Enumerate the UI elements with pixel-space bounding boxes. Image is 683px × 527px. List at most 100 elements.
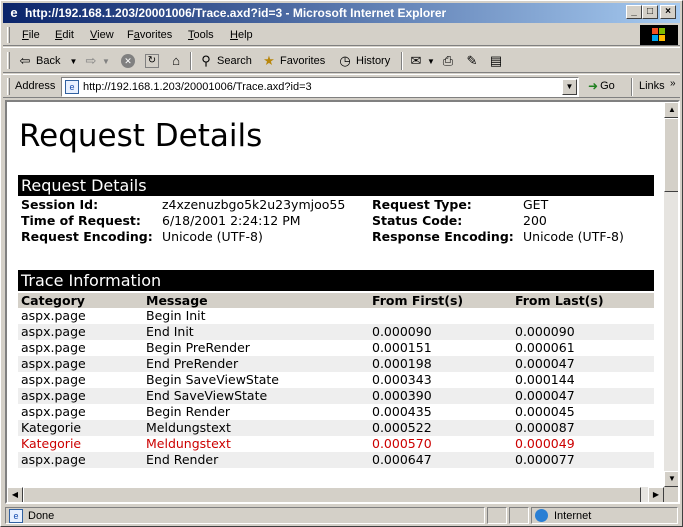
- trace-message-cell: End SaveViewState: [143, 388, 369, 404]
- menu-bar: File Edit View Favorites Tools Help: [3, 24, 680, 46]
- status-text: Done: [28, 510, 55, 522]
- trace-table-header-row: Category Message From First(s) From Last…: [18, 293, 654, 308]
- column-header-from-first: From First(s): [369, 293, 512, 308]
- horizontal-scrollbar[interactable]: ◀ ▶: [7, 487, 664, 502]
- trace-table-body: aspx.page Begin Init aspx.page End Init 0.00…: [18, 308, 654, 468]
- home-icon: ⌂: [172, 53, 180, 68]
- table-row: aspx.page Begin PreRender 0.000151 0.000061: [18, 340, 654, 356]
- address-bar: Address e http://192.168.1.203/20001006/…: [3, 74, 680, 98]
- table-row: aspx.page End PreRender 0.000198 0.000047: [18, 356, 654, 372]
- toolbar-separator: [401, 52, 403, 70]
- mail-icon: ✉: [410, 53, 422, 68]
- trace-category-cell: Kategorie: [18, 420, 143, 436]
- address-grip[interactable]: [7, 78, 10, 95]
- trace-information-header: Trace Information: [18, 270, 654, 291]
- trace-category-cell: aspx.page: [18, 388, 143, 404]
- status-code-key: Status Code:: [372, 213, 463, 228]
- trace-table: Category Message From First(s) From Last…: [18, 293, 654, 468]
- standard-toolbar: ⇦ Back ▼ ⇨ ▼ ✕ ↻ ⌂ ⚲ Search ★ Favorites …: [3, 47, 680, 73]
- menu-view[interactable]: View: [90, 29, 114, 41]
- discuss-button[interactable]: ▤: [488, 51, 504, 71]
- trace-from-last-cell: 0.000045: [515, 404, 575, 419]
- trace-from-last-cell: 0.000077: [512, 452, 654, 468]
- trace-from-first-cell: [369, 308, 512, 324]
- trace-from-last-cell: 0.000047: [512, 388, 654, 404]
- scroll-up-icon[interactable]: ▲: [664, 102, 678, 118]
- trace-category-cell: aspx.page: [21, 372, 86, 387]
- scroll-down-icon[interactable]: ▼: [664, 471, 678, 487]
- trace-message-cell: Begin Render: [146, 404, 231, 419]
- page-icon: e: [65, 80, 79, 94]
- favorites-button[interactable]: ★ Favorites: [261, 51, 325, 71]
- forward-button[interactable]: ⇨ ▼: [83, 51, 110, 71]
- menu-favorites[interactable]: Favorites: [127, 29, 172, 41]
- menu-edit[interactable]: Edit: [55, 29, 74, 41]
- close-button[interactable]: ×: [660, 5, 676, 19]
- scroll-left-icon[interactable]: ◀: [7, 487, 23, 502]
- print-icon: ⎙: [442, 53, 454, 68]
- stop-icon: ✕: [121, 54, 135, 68]
- address-url[interactable]: http://192.168.1.203/20001006/Trace.axd?…: [83, 81, 312, 93]
- status-code-value: 200: [523, 213, 547, 228]
- status-pane: [509, 507, 529, 524]
- table-row: aspx.page Begin SaveViewState 0.000343 0.00…: [18, 372, 654, 388]
- maximize-button[interactable]: □: [642, 5, 658, 19]
- horizontal-scroll-thumb[interactable]: [23, 487, 641, 502]
- trace-from-first-cell: 0.000090: [369, 324, 512, 340]
- trace-category-cell: Kategorie: [21, 436, 82, 451]
- stop-button[interactable]: ✕: [121, 51, 135, 71]
- title-bar[interactable]: e http://192.168.1.203/20001006/Trace.ax…: [3, 3, 680, 23]
- forward-dropdown-icon[interactable]: ▼: [102, 57, 110, 66]
- menu-help[interactable]: Help: [230, 29, 253, 41]
- menu-tools[interactable]: Tools: [188, 29, 214, 41]
- links-button[interactable]: Links: [639, 80, 665, 92]
- address-input[interactable]: e http://192.168.1.203/20001006/Trace.ax…: [61, 77, 579, 97]
- refresh-button[interactable]: ↻: [145, 51, 159, 71]
- vertical-scrollbar[interactable]: ▲ ▼: [664, 102, 678, 487]
- links-chevron-icon[interactable]: »: [670, 78, 676, 89]
- menu-grip[interactable]: [7, 27, 10, 43]
- trace-from-first-cell: 0.000151: [372, 340, 432, 355]
- mail-button[interactable]: ✉ ▼: [408, 51, 435, 71]
- edit-button[interactable]: ✎: [464, 51, 480, 71]
- history-button[interactable]: ◷ History: [337, 51, 390, 71]
- scrollbar-corner: [664, 487, 678, 502]
- minimize-button[interactable]: _: [626, 5, 642, 19]
- column-header-message: Message: [143, 293, 369, 308]
- windows-logo-icon: [640, 25, 678, 45]
- security-zone-label: Internet: [554, 510, 592, 522]
- back-dropdown-icon[interactable]: ▼: [69, 57, 77, 66]
- search-label: Search: [217, 55, 252, 67]
- home-button[interactable]: ⌂: [168, 51, 184, 71]
- column-header-category: Category: [18, 293, 143, 308]
- trace-from-last-cell: 0.000144: [515, 372, 575, 387]
- session-id-value: z4xzenuzbgo5k2u23ymjoo55: [162, 197, 346, 212]
- table-row: Kategorie Meldungstext 0.000570 0.000049: [18, 436, 654, 452]
- go-button[interactable]: ➜ Go: [588, 79, 615, 93]
- print-button[interactable]: ⎙: [440, 51, 456, 71]
- trace-category-cell: aspx.page: [21, 404, 86, 419]
- search-button[interactable]: ⚲ Search: [198, 51, 252, 71]
- column-header-from-last: From Last(s): [512, 293, 654, 308]
- toolbar-grip[interactable]: [7, 52, 10, 69]
- back-button[interactable]: ⇦ Back ▼: [17, 51, 78, 71]
- trace-category-cell: aspx.page: [18, 324, 143, 340]
- menu-file[interactable]: File: [22, 29, 40, 41]
- address-label: Address: [15, 80, 56, 92]
- page-viewport: Request Details Request Details Session …: [5, 100, 680, 504]
- address-dropdown-icon[interactable]: ▼: [562, 79, 577, 95]
- trace-message-cell: End Init: [143, 324, 369, 340]
- mail-dropdown-icon[interactable]: ▼: [427, 57, 435, 66]
- trace-category-cell: aspx.page: [18, 356, 143, 372]
- refresh-icon: ↻: [145, 54, 159, 68]
- scroll-right-icon[interactable]: ▶: [648, 487, 664, 502]
- history-label: History: [356, 55, 391, 67]
- favorites-label: Favorites: [280, 55, 326, 67]
- request-details-header: Request Details: [18, 175, 654, 196]
- trace-from-first-cell: 0.000198: [369, 356, 512, 372]
- request-encoding-key: Request Encoding:: [21, 229, 153, 244]
- trace-message-cell: End PreRender: [143, 356, 369, 372]
- go-arrow-icon: ➜: [588, 79, 599, 93]
- status-bar: e Done Internet: [3, 506, 680, 525]
- vertical-scroll-thumb[interactable]: [664, 118, 678, 192]
